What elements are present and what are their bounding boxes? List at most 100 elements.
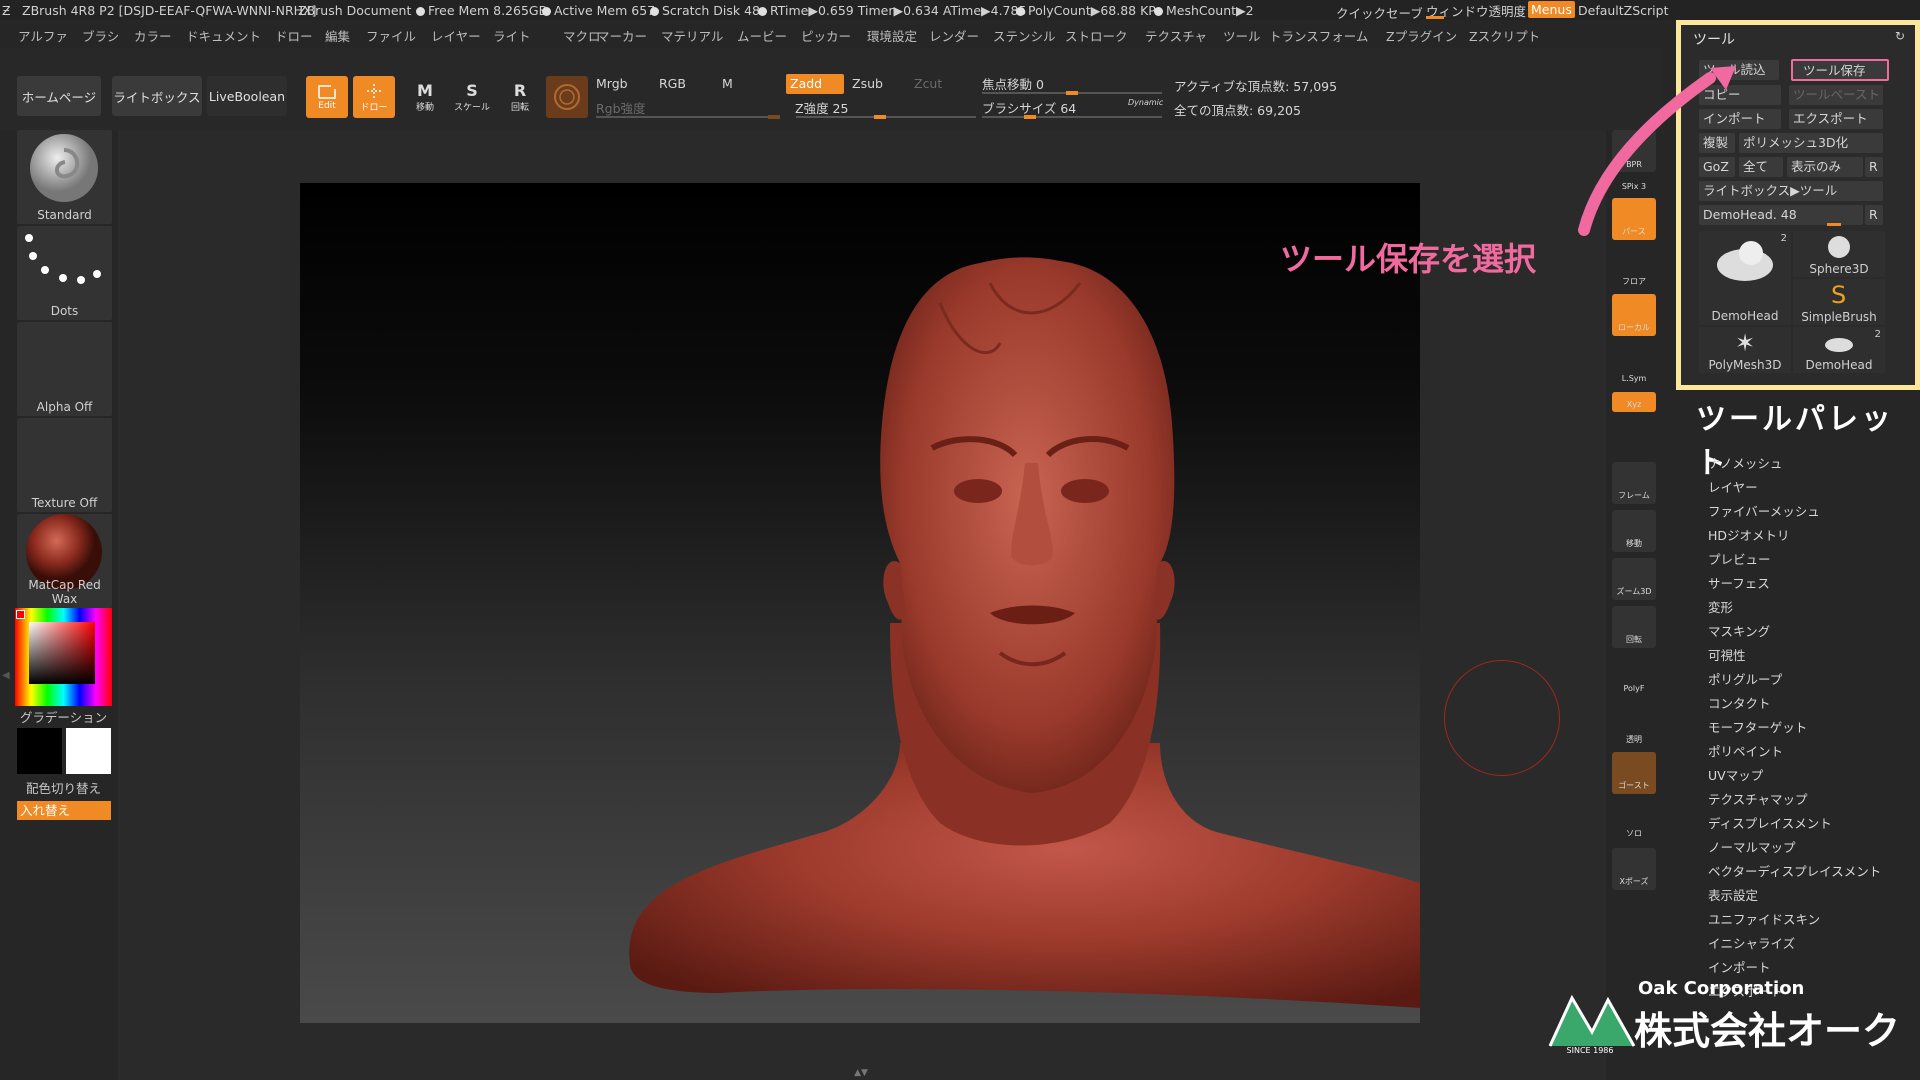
z-intensity-slider[interactable]: Z強度 25 <box>795 98 848 117</box>
subpalette-item[interactable]: HDジオメトリ <box>1708 525 1790 544</box>
local-button[interactable]: ローカル <box>1612 294 1656 336</box>
tool-r-button[interactable]: R <box>1865 205 1883 225</box>
tool-thumb-demohead-2[interactable]: DemoHead 2 <box>1793 327 1885 373</box>
tool-thumb-polymesh3d[interactable]: ✶ PolyMesh3D <box>1699 327 1791 373</box>
lightbox-button[interactable]: ライトボックス <box>112 76 202 116</box>
menu-item[interactable]: ファイル <box>366 26 416 45</box>
brush-thumbnail[interactable]: Standard <box>17 130 112 224</box>
subpalette-item[interactable]: ベクターディスプレイスメント <box>1708 861 1881 880</box>
stroke-thumbnail[interactable]: Dots <box>17 226 112 320</box>
liveboolean-button[interactable]: LiveBoolean <box>207 76 287 116</box>
subpalette-item[interactable]: ノーマルマップ <box>1708 837 1796 856</box>
subpalette-item[interactable]: ナノメッシュ <box>1708 453 1782 472</box>
export-button[interactable]: エクスポート <box>1789 109 1883 129</box>
subpalette-item[interactable]: イニシャライズ <box>1708 933 1795 952</box>
solo-button[interactable]: ソロ <box>1612 800 1656 842</box>
bottom-tray-handle[interactable]: ▲▼ <box>798 1068 924 1078</box>
menu-item[interactable]: Zプラグイン <box>1386 26 1457 45</box>
menu-item[interactable]: アルファ <box>18 26 68 45</box>
homepage-button[interactable]: ホームページ <box>17 76 101 116</box>
secondary-color-swatch[interactable] <box>66 728 111 774</box>
move-view-button[interactable]: 移動 <box>1612 510 1656 552</box>
subpalette-item[interactable]: マスキング <box>1708 621 1770 640</box>
zcut-button[interactable]: Zcut <box>914 76 942 91</box>
m-button[interactable]: M <box>722 76 733 91</box>
zoom3d-button[interactable]: ズーム3D <box>1612 558 1656 600</box>
demohead-model[interactable] <box>300 183 1420 1023</box>
menu-item[interactable]: テクスチャ <box>1145 26 1207 45</box>
subpalette-item[interactable]: UVマップ <box>1708 765 1763 784</box>
edit-button[interactable]: Edit <box>306 76 348 118</box>
tool-thumb-demohead[interactable]: DemoHead 2 <box>1699 231 1791 325</box>
subpalette-item[interactable]: 表示設定 <box>1708 885 1758 904</box>
subpalette-item[interactable]: ファイバーメッシュ <box>1708 501 1820 520</box>
menu-item[interactable]: レンダー <box>929 26 979 45</box>
main-color-swatch[interactable] <box>17 728 62 774</box>
menu-item[interactable]: トランスフォーム <box>1269 26 1368 45</box>
mrgb-button[interactable]: Mrgb <box>596 76 628 91</box>
menu-item[interactable]: マクロ <box>563 26 601 45</box>
menu-item[interactable]: ライト <box>493 26 531 45</box>
tool-thumb-simplebrush[interactable]: S SimpleBrush <box>1793 279 1885 325</box>
menu-item[interactable]: ツール <box>1223 26 1261 45</box>
subpalette-item[interactable]: プレビュー <box>1708 549 1771 568</box>
paste-tool-button[interactable]: ツールペースト <box>1789 85 1883 105</box>
menu-item[interactable]: Zスクリプト <box>1469 26 1540 45</box>
default-zscript-button[interactable]: DefaultZScript <box>1578 3 1669 18</box>
xpose-button[interactable]: Xポーズ <box>1612 848 1656 890</box>
draw-size-track[interactable] <box>982 115 1162 119</box>
texture-thumbnail[interactable]: Texture Off <box>17 418 112 512</box>
subpalette-item[interactable]: ユニファイドスキン <box>1708 909 1820 928</box>
menu-item[interactable]: ドキュメント <box>186 26 261 45</box>
palette-reset-icon[interactable]: ↻ <box>1895 29 1905 43</box>
ghost-button[interactable]: ゴースト <box>1612 752 1656 794</box>
menu-item[interactable]: マーカー <box>597 26 647 45</box>
subpalette-item[interactable]: 可視性 <box>1708 645 1746 664</box>
document-viewport[interactable] <box>300 183 1420 1023</box>
switch-color-button[interactable]: 配色切り替え <box>15 778 112 796</box>
menu-item[interactable]: ドロー <box>275 26 313 45</box>
menu-item[interactable]: ストローク <box>1065 26 1128 45</box>
rotate-button[interactable]: R 回転 <box>500 76 540 118</box>
color-picker-square[interactable] <box>29 622 95 684</box>
rgb-intensity-slider[interactable]: Rgb強度 <box>596 98 646 117</box>
zadd-button[interactable]: Zadd <box>786 74 844 94</box>
subpalette-item[interactable]: コンタクト <box>1708 693 1771 712</box>
material-color-button[interactable] <box>546 76 588 118</box>
z-intensity-track[interactable] <box>796 115 976 119</box>
lsym-button[interactable]: L.Sym <box>1612 344 1656 386</box>
menu-item[interactable]: ステンシル <box>993 26 1056 45</box>
left-tray-collapse[interactable]: ◀ <box>2 670 10 700</box>
material-thumbnail[interactable]: MatCap Red Wax <box>17 514 112 608</box>
subpalette-item[interactable]: インポート <box>1708 957 1771 976</box>
tool-thumb-sphere3d[interactable]: Sphere3D <box>1793 231 1885 277</box>
gradient-button[interactable]: グラデーション <box>15 707 112 725</box>
quicksave-button[interactable]: クイックセーブ <box>1336 3 1423 20</box>
save-tool-button[interactable]: ツール保存 <box>1791 59 1889 81</box>
transparency-knob[interactable] <box>1426 16 1444 19</box>
subpalette-item[interactable]: ディスプレイスメント <box>1708 813 1832 832</box>
frame-button[interactable]: フレーム <box>1612 462 1656 504</box>
subpalette-item[interactable]: ポリグループ <box>1708 669 1782 688</box>
subpalette-item[interactable]: 変形 <box>1708 597 1733 616</box>
rgb-button[interactable]: RGB <box>659 76 686 91</box>
draw-button[interactable]: ドロー <box>353 76 395 118</box>
alternate-button[interactable]: 入れ替え <box>17 801 111 820</box>
menu-item[interactable]: 環境設定 <box>867 26 917 45</box>
focal-shift-slider[interactable]: 焦点移動 0 <box>982 74 1044 93</box>
subpalette-item[interactable]: ポリペイント <box>1708 741 1783 760</box>
color-picker[interactable] <box>15 608 112 706</box>
menu-item[interactable]: カラー <box>134 26 172 45</box>
current-tool-knob[interactable] <box>1827 223 1841 226</box>
transparent-button[interactable]: 透明 <box>1612 706 1656 748</box>
alpha-thumbnail[interactable]: Alpha Off <box>17 322 112 416</box>
goz-r-button[interactable]: R <box>1865 157 1883 177</box>
make-polymesh-button[interactable]: ポリメッシュ3D化 <box>1739 133 1883 153</box>
rgb-intensity-track[interactable] <box>596 115 780 119</box>
zsub-button[interactable]: Zsub <box>852 76 883 91</box>
menus-button[interactable]: Menus <box>1528 1 1575 18</box>
menu-item[interactable]: 編集 <box>325 26 350 45</box>
goz-visible-button[interactable]: 表示のみ <box>1787 157 1863 177</box>
polyf-button[interactable]: PolyF <box>1612 654 1656 696</box>
menu-item[interactable]: マテリアル <box>661 26 723 45</box>
